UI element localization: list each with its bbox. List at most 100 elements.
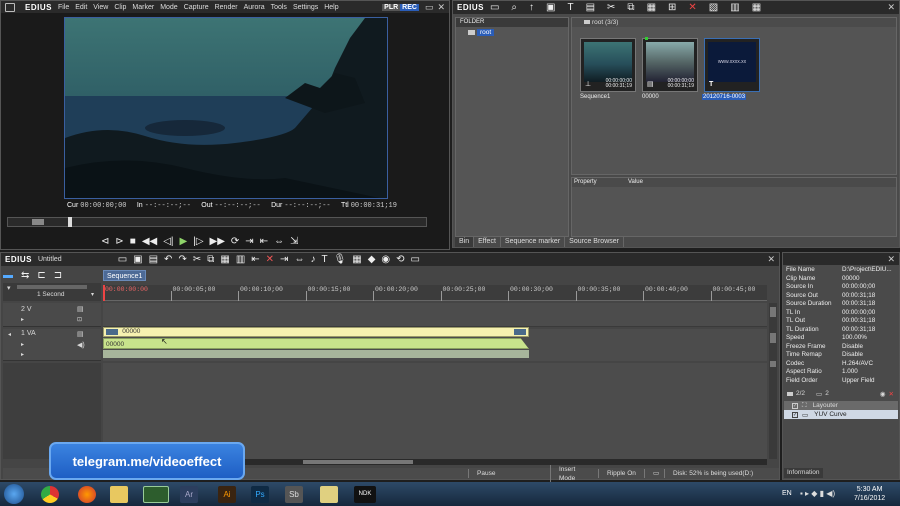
- folder-root[interactable]: root: [468, 29, 568, 36]
- timeline-vscroll[interactable]: [769, 303, 777, 459]
- scale-slider[interactable]: [17, 285, 87, 289]
- cut-tl-icon[interactable]: ✂: [193, 254, 201, 265]
- track-area-2v[interactable]: [103, 303, 767, 327]
- close-icon[interactable]: ✕: [437, 2, 445, 13]
- track-1va-sub-icon[interactable]: ▸: [21, 351, 24, 358]
- ar-icon[interactable]: Ar: [180, 486, 198, 503]
- edius-icon[interactable]: [143, 486, 169, 503]
- menu-edit[interactable]: Edit: [75, 4, 87, 11]
- menu-mode[interactable]: Mode: [160, 4, 178, 11]
- video-clip-00000[interactable]: 00000: [103, 327, 529, 337]
- status-ripple[interactable]: Ripple On: [598, 469, 644, 478]
- mixer-icon[interactable]: ▦: [352, 254, 361, 265]
- mic-icon[interactable]: 🎙: [334, 254, 347, 265]
- layer-item-yuv-curve[interactable]: ✓ ▭ YUV Curve: [784, 410, 898, 419]
- mode-icon[interactable]: ▥: [236, 254, 245, 265]
- sequence-tab[interactable]: Sequence1: [103, 270, 147, 281]
- add-to-timeline-icon[interactable]: ⊞: [668, 2, 676, 13]
- timeline-ruler[interactable]: 00:00:00:00 00:00:05;00 00:00:10;00 00:00:1…: [103, 285, 767, 301]
- ps-icon[interactable]: Ps: [251, 486, 269, 503]
- status-monitor-icon[interactable]: ▭: [644, 469, 664, 478]
- menu-marker[interactable]: Marker: [132, 4, 154, 11]
- ai-icon[interactable]: Ai: [218, 486, 236, 503]
- app-icon[interactable]: [320, 486, 338, 503]
- menu-help[interactable]: Help: [324, 4, 338, 11]
- track-1va-audio-icon[interactable]: ◀): [77, 341, 85, 349]
- sync-icon[interactable]: ⟲: [396, 254, 404, 265]
- view-icon[interactable]: ▥: [730, 2, 739, 13]
- render-icon[interactable]: ◉: [381, 254, 390, 265]
- plr-toggle[interactable]: PLR: [382, 3, 401, 11]
- track-1va-expand-icon[interactable]: ▸: [21, 341, 24, 348]
- tab-sequence-marker[interactable]: Sequence marker: [501, 237, 566, 247]
- track-2v-visibility-icon[interactable]: ▤: [77, 305, 84, 313]
- shuttle-slider[interactable]: [32, 219, 44, 225]
- menu-settings[interactable]: Settings: [293, 4, 318, 11]
- thumbnail-view-icon[interactable]: ▦: [752, 2, 761, 13]
- layer-item-layouter[interactable]: ✓ ⛶ Layouter: [784, 401, 898, 410]
- delete-tl-icon[interactable]: ✕: [266, 254, 274, 265]
- chrome-icon[interactable]: [41, 486, 59, 503]
- marker-tl-icon[interactable]: ◆: [368, 254, 376, 265]
- minimize-icon[interactable]: ▭: [425, 2, 434, 13]
- insert-icon[interactable]: ⇥: [245, 236, 253, 247]
- paste-icon[interactable]: ▦: [647, 2, 656, 13]
- status-insert-mode[interactable]: Insert Mode: [550, 464, 598, 483]
- copy-tl-icon[interactable]: ⧉: [207, 254, 214, 265]
- player-scrubbar[interactable]: [7, 217, 427, 227]
- clip-thumbnail-sequence1[interactable]: ⊥ 00:00:00;00 00:00:31;19: [580, 38, 636, 92]
- app-menu-icon[interactable]: [5, 2, 15, 12]
- copy-icon[interactable]: ⧉: [627, 2, 634, 13]
- track-2v-expand-icon[interactable]: ▸: [21, 316, 24, 323]
- menu-view[interactable]: View: [93, 4, 108, 11]
- step-forward-icon[interactable]: |▷: [193, 236, 203, 247]
- taskbar-clock[interactable]: 5:30 AM 7/16/2012: [854, 485, 885, 503]
- rec-toggle[interactable]: REC: [400, 3, 419, 11]
- track-2v-lock-icon[interactable]: ⊡: [77, 316, 82, 323]
- menu-file[interactable]: File: [58, 4, 69, 11]
- tab-effect[interactable]: Effect: [474, 237, 501, 247]
- text-icon[interactable]: T: [567, 2, 573, 13]
- search-icon[interactable]: ⌕: [511, 2, 517, 13]
- export-icon[interactable]: ⇲: [290, 236, 298, 247]
- color-bar-icon[interactable]: ▤: [586, 2, 595, 13]
- group-icon[interactable]: ⊐: [54, 270, 62, 281]
- match-frame-icon[interactable]: ⇔: [274, 236, 284, 247]
- ripple-icon[interactable]: ⇤: [251, 254, 259, 265]
- scale-dropdown-icon[interactable]: ▾: [91, 291, 94, 298]
- scrub-playhead[interactable]: [68, 217, 72, 227]
- loop-icon[interactable]: ⟳: [231, 236, 239, 247]
- rewind-icon[interactable]: ◀◀: [142, 236, 157, 247]
- tab-information[interactable]: Information: [784, 468, 823, 478]
- undo-icon[interactable]: ↶: [164, 254, 172, 265]
- clip-thumbnail-00000[interactable]: ▤ 00:00:00;00 00:00:31;19: [642, 37, 698, 92]
- paste-tl-icon[interactable]: ▦: [220, 254, 229, 265]
- new-sequence-icon[interactable]: ▣: [546, 2, 555, 13]
- tab-source-browser[interactable]: Source Browser: [565, 237, 624, 247]
- start-button[interactable]: [4, 484, 24, 504]
- tab-bin[interactable]: Bin: [455, 237, 475, 247]
- mark-in-icon[interactable]: ⊲: [101, 236, 109, 247]
- layer-delete-icon[interactable]: ✕: [889, 390, 894, 398]
- ndk-icon[interactable]: NDK: [354, 486, 376, 503]
- scale-label[interactable]: 1 Second: [37, 291, 64, 298]
- expand-icon[interactable]: ▾: [7, 284, 11, 292]
- info-close-icon[interactable]: ✕: [887, 254, 895, 265]
- audio-icon[interactable]: ♪: [310, 254, 315, 265]
- menu-render[interactable]: Render: [215, 4, 238, 11]
- title-tl-icon[interactable]: T: [321, 254, 327, 265]
- sync-lock-icon[interactable]: ⇆: [21, 270, 29, 281]
- taskbar-lang[interactable]: EN: [782, 490, 792, 497]
- properties-icon[interactable]: ▧: [709, 2, 718, 13]
- bin-close-icon[interactable]: ✕: [887, 2, 895, 13]
- folder-icon[interactable]: ▭: [490, 2, 499, 13]
- sb-icon[interactable]: Sb: [285, 486, 303, 503]
- fast-forward-icon[interactable]: ▶▶: [210, 236, 225, 247]
- overwrite-icon[interactable]: ⇤: [260, 236, 268, 247]
- new-project-icon[interactable]: ▭: [118, 254, 127, 265]
- timeline-playhead[interactable]: [103, 285, 105, 301]
- menu-clip[interactable]: Clip: [114, 4, 126, 11]
- open-project-icon[interactable]: ▣: [133, 254, 142, 265]
- delete-icon[interactable]: ✕: [688, 2, 696, 13]
- export-tl-icon[interactable]: ▭: [411, 254, 420, 265]
